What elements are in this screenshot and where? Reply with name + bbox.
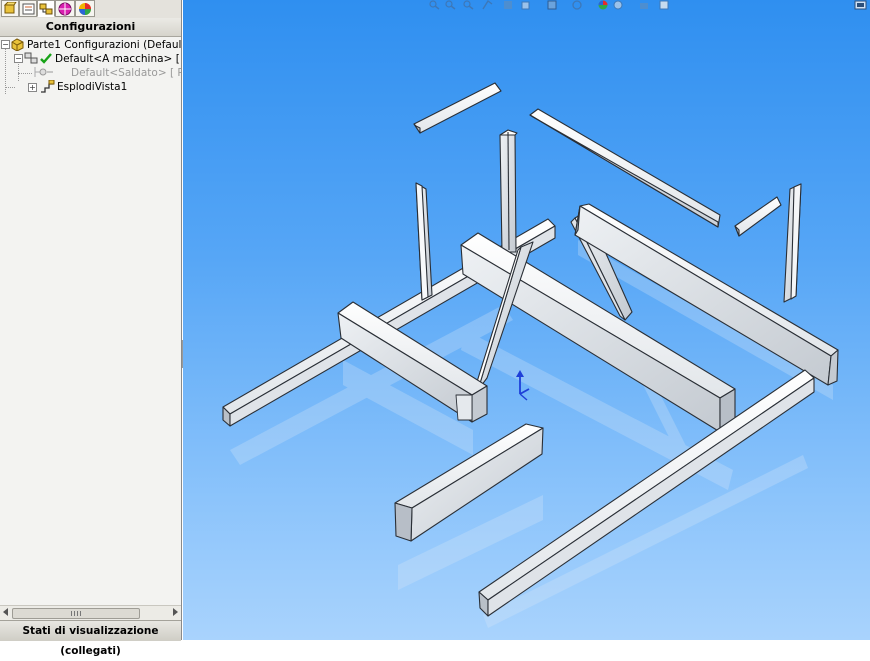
tree-connector	[5, 87, 15, 88]
panel-title: Configurazioni	[0, 18, 181, 37]
tree-horizontal-scrollbar[interactable]	[0, 605, 181, 620]
tab-property-manager[interactable]	[19, 0, 37, 17]
vertical-post-middle	[499, 129, 518, 253]
default-config-label: Default<A macchina> [ Parte	[55, 53, 181, 65]
exploded-view-icon	[41, 80, 55, 93]
tab-display-manager[interactable]	[75, 0, 95, 17]
configuration-icon	[24, 52, 38, 64]
configuration-tree: − Parte1 Configurazioni (Default<A m − D…	[0, 37, 181, 605]
small-angle-right	[734, 196, 782, 237]
default-config-expander[interactable]: −	[14, 54, 23, 63]
small-angle-top-left	[413, 82, 502, 134]
tree-root-label: Parte1 Configurazioni (Default<A m	[27, 39, 181, 51]
long-angle-top	[529, 108, 721, 228]
vertical-post-right	[783, 183, 802, 303]
vertical-post-left	[415, 182, 433, 301]
long-angle-front-right	[478, 369, 815, 617]
tree-connector	[18, 73, 32, 74]
property-manager-icon	[22, 3, 35, 15]
display-manager-icon	[79, 3, 91, 15]
scroll-right-icon[interactable]	[173, 608, 178, 616]
scroll-left-icon[interactable]	[3, 608, 8, 616]
explode-label: EsplodiVista1	[57, 81, 128, 93]
part-config-icon	[11, 38, 24, 51]
scroll-thumb[interactable]	[12, 608, 140, 619]
exploded-weldment-model[interactable]	[183, 0, 870, 640]
active-check-icon	[40, 53, 52, 64]
dimxpert-icon	[58, 2, 72, 16]
feature-tree-icon	[3, 2, 17, 14]
manager-tab-strip	[0, 0, 181, 19]
sub-config-label: Default<Saldato> [ Parte1	[71, 67, 181, 79]
configuration-manager-panel: Configurazioni − Parte1 Configurazioni (…	[0, 0, 182, 657]
display-states-pane[interactable]: Stati di visualizzazione (collegati)	[0, 620, 181, 657]
tab-configuration-manager[interactable]	[37, 0, 55, 17]
tab-feature-manager[interactable]	[1, 0, 19, 17]
configuration-manager-icon	[39, 3, 53, 15]
derived-config-icon	[34, 67, 53, 77]
tab-dimxpert-manager[interactable]	[55, 0, 75, 17]
explode-expander[interactable]: +	[28, 83, 37, 92]
graphics-area[interactable]	[183, 0, 870, 640]
root-expander[interactable]: −	[1, 40, 10, 49]
